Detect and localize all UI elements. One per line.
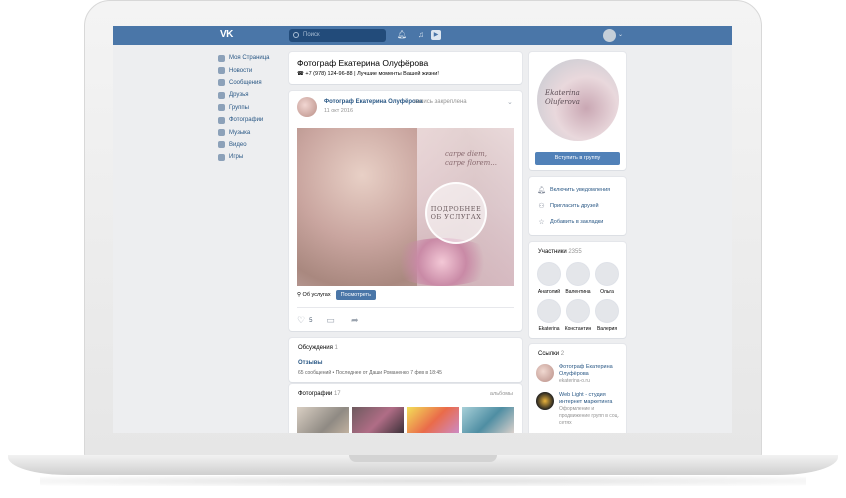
- link-logo: [536, 392, 554, 410]
- music-icon: [218, 129, 225, 137]
- comment-icon[interactable]: ▭: [326, 315, 335, 326]
- search-icon: [293, 32, 299, 38]
- post-image[interactable]: carpe diem, carpe florem... ПОДРОБНЕЕ ОБ…: [297, 128, 514, 286]
- groups-icon: [218, 104, 225, 112]
- pinned-post: Фотограф Екатерина Олуфёрова запись закр…: [289, 91, 522, 331]
- group-status: ☎ +7 (978) 124-96-88 | Лучшие моменты Ва…: [297, 71, 439, 77]
- discussions-block: Обсуждения 1 Отзывы 65 сообщений • После…: [289, 338, 522, 382]
- photos-icon: [218, 116, 225, 124]
- services-badge: ПОДРОБНЕЕ ОБ УСЛУГАХ: [425, 182, 487, 244]
- join-group-button[interactable]: Вступить в группу: [535, 152, 620, 165]
- notifications-action[interactable]: 🔔︎ Включить уведомления: [537, 186, 610, 194]
- avatar: [537, 262, 561, 286]
- links-title[interactable]: Ссылки 2: [538, 351, 564, 357]
- nav-item-messages[interactable]: Сообщения: [218, 77, 288, 89]
- add-user-icon: ⚇: [538, 203, 545, 210]
- link-logo: [536, 364, 554, 382]
- image-script-text: carpe diem, carpe florem...: [445, 150, 497, 167]
- home-icon: [218, 54, 225, 62]
- member-item[interactable]: Ольга: [594, 262, 620, 295]
- group-cover-card: Ekaterina Oluferova Вступить в группу: [529, 52, 626, 170]
- avatar: [537, 299, 561, 323]
- post-avatar[interactable]: [297, 97, 317, 117]
- post-actions: ♡ 5 ▭ ➦: [297, 315, 362, 326]
- photo-thumb[interactable]: [462, 407, 514, 433]
- bell-icon: 🔔︎: [537, 187, 546, 194]
- link-subtitle: Оформление и продвижение групп в соц. се…: [559, 406, 619, 426]
- cover-signature: Ekaterina Oluferova: [545, 89, 580, 106]
- link-title[interactable]: Web Light - студия интернет маркетинга: [559, 392, 622, 406]
- page-title: Фотограф Екатерина Олуфёрова: [297, 58, 429, 68]
- link-item[interactable]: Фотограф Екатерина Олуфёрова ekaterina-o…: [536, 364, 622, 385]
- messages-icon: [218, 79, 225, 87]
- nav-item-news[interactable]: Новости: [218, 64, 288, 76]
- link-attachment: ⚲ Об услугах Посмотреть: [297, 290, 376, 300]
- search-placeholder: Поиск: [303, 32, 320, 38]
- links-block: Ссылки 2 Фотограф Екатерина Олуфёрова ek…: [529, 344, 626, 433]
- group-header: Фотограф Екатерина Олуфёрова ☎ +7 (978) …: [289, 52, 522, 84]
- video-icon: [218, 141, 225, 149]
- nav-item-groups[interactable]: Группы: [218, 102, 288, 114]
- post-author[interactable]: Фотограф Екатерина Олуфёрова: [324, 99, 423, 105]
- avatar: [595, 299, 619, 323]
- photo-thumb[interactable]: [297, 407, 349, 433]
- vk-logo[interactable]: VK: [220, 29, 233, 40]
- pinned-label: запись закреплена: [414, 99, 467, 105]
- avatar: [595, 262, 619, 286]
- games-icon: [218, 153, 225, 161]
- link-item[interactable]: Web Light - студия интернет маркетинга О…: [536, 392, 622, 427]
- group-actions: 🔔︎ Включить уведомления ⚇ Пригласить друзе…: [529, 177, 626, 235]
- group-cover-photo[interactable]: Ekaterina Oluferova: [537, 59, 619, 141]
- discussion-meta: 65 сообщений • Последнее от Даши Романен…: [298, 370, 442, 376]
- avatar: [566, 299, 590, 323]
- invite-friends-action[interactable]: ⚇ Пригласить друзей: [537, 202, 598, 210]
- nav-item-video[interactable]: Видео: [218, 139, 288, 151]
- link-label[interactable]: ⚲ Об услугах: [297, 292, 331, 298]
- nav-item-games[interactable]: Игры: [218, 151, 288, 163]
- star-icon: ☆: [538, 219, 545, 226]
- chevron-down-icon[interactable]: ⌄: [618, 31, 623, 38]
- albums-link[interactable]: альбомы: [490, 391, 513, 397]
- heart-icon[interactable]: ♡: [297, 315, 305, 326]
- divider: [297, 307, 514, 308]
- screen: VK Поиск 🔔︎ ♫ ▶ ⌄ Моя Страница Новости С…: [113, 26, 732, 433]
- nav-item-music[interactable]: Музыка: [218, 126, 288, 138]
- members-title[interactable]: Участники 2355: [538, 249, 582, 255]
- link-title[interactable]: Фотограф Екатерина Олуфёрова: [559, 364, 622, 378]
- search-input[interactable]: Поиск: [289, 29, 386, 42]
- discussion-topic[interactable]: Отзывы: [298, 360, 323, 366]
- image-flowers: [387, 238, 497, 286]
- bookmark-action[interactable]: ☆ Добавить в закладки: [537, 218, 603, 226]
- friends-icon: [218, 91, 225, 99]
- bell-icon[interactable]: 🔔︎: [397, 30, 407, 40]
- link-subtitle: ekaterina-o.ru: [559, 378, 590, 384]
- photos-block: Фотографии 17 альбомы: [289, 384, 522, 433]
- discussions-title[interactable]: Обсуждения 1: [298, 345, 338, 351]
- member-item[interactable]: Валерия: [594, 299, 620, 332]
- nav-item-photos[interactable]: Фотографии: [218, 114, 288, 126]
- left-nav: Моя Страница Новости Сообщения Друзья Гр…: [218, 52, 288, 164]
- photo-thumb[interactable]: [352, 407, 404, 433]
- view-button[interactable]: Посмотреть: [335, 290, 376, 300]
- laptop-notch: [349, 455, 497, 462]
- top-bar: VK Поиск 🔔︎ ♫ ▶ ⌄: [113, 26, 732, 45]
- user-avatar[interactable]: [603, 29, 616, 42]
- news-icon: [218, 67, 225, 75]
- members-block: Участники 2355 Анатолий Валентина Ольга …: [529, 242, 626, 338]
- play-icon[interactable]: ▶: [431, 30, 441, 40]
- nav-item-my-page[interactable]: Моя Страница: [218, 52, 288, 64]
- nav-item-friends[interactable]: Друзья: [218, 89, 288, 101]
- photo-thumb[interactable]: [407, 407, 459, 433]
- music-icon[interactable]: ♫: [416, 30, 426, 40]
- services-badge-text: ПОДРОБНЕЕ ОБ УСЛУГАХ: [430, 205, 482, 221]
- avatar: [566, 262, 590, 286]
- photos-title[interactable]: Фотографии 17: [298, 391, 341, 397]
- laptop-shadow: [40, 476, 806, 486]
- likes-count: 5: [309, 317, 313, 324]
- chevron-down-icon[interactable]: ⌄: [507, 98, 513, 106]
- post-date[interactable]: 11 окт 2016: [324, 108, 353, 114]
- share-icon[interactable]: ➦: [351, 315, 359, 326]
